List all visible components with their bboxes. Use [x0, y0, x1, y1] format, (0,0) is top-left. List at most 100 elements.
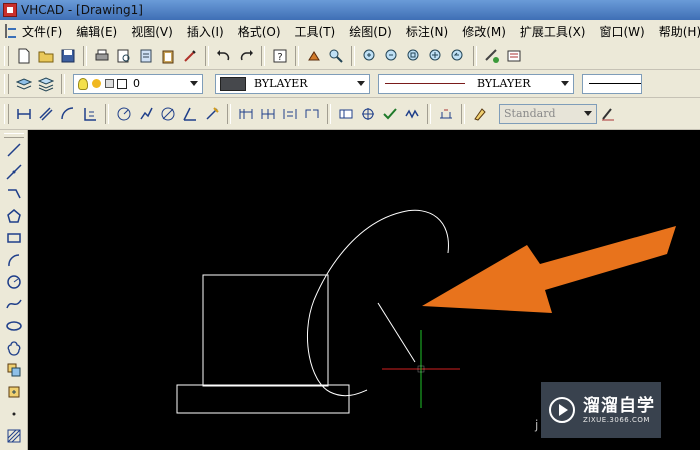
menu-help[interactable]: 帮助(H) [652, 23, 700, 40]
open-icon[interactable] [36, 46, 56, 66]
lineweight-dropdown[interactable] [582, 73, 642, 94]
xline-icon[interactable] [3, 162, 25, 182]
arc-icon[interactable] [3, 250, 25, 270]
menu-format[interactable]: 格式(O) [231, 23, 288, 40]
block-icon[interactable] [3, 360, 25, 380]
dim-angular-icon[interactable] [180, 104, 200, 124]
drawn-base-rectangle[interactable] [176, 384, 350, 414]
chevron-down-icon[interactable] [580, 105, 596, 123]
play-logo-icon [549, 397, 575, 423]
chevron-down-icon[interactable] [557, 75, 573, 93]
paste-icon[interactable] [158, 46, 178, 66]
text-style-edit-icon[interactable] [598, 104, 618, 124]
zoom-in-icon[interactable] [360, 46, 380, 66]
lightbulb-icon[interactable] [78, 77, 88, 90]
new-icon[interactable] [14, 46, 34, 66]
inspect-icon[interactable] [380, 104, 400, 124]
dim-radius-icon[interactable] [114, 104, 134, 124]
undo-icon[interactable] [214, 46, 234, 66]
dim-style-icon[interactable] [470, 104, 490, 124]
toolbar-grip[interactable] [4, 45, 9, 66]
print-icon[interactable] [92, 46, 112, 66]
menu-modify[interactable]: 修改(M) [455, 23, 513, 40]
menu-edit[interactable]: 编辑(E) [69, 23, 124, 40]
center-mark-icon[interactable] [358, 104, 378, 124]
dim-space-icon[interactable] [280, 104, 300, 124]
dim-break-icon[interactable] [302, 104, 322, 124]
menu-view[interactable]: 视图(V) [124, 23, 180, 40]
point-icon[interactable] [3, 404, 25, 424]
separator [427, 103, 431, 124]
match-icon[interactable] [180, 46, 200, 66]
zoom-extents-icon[interactable] [426, 46, 446, 66]
save-icon[interactable] [58, 46, 78, 66]
linetype-preview [385, 83, 465, 84]
rectangle-icon[interactable] [3, 228, 25, 248]
menu-draw[interactable]: 绘图(D) [342, 23, 399, 40]
jogged-linear-icon[interactable] [402, 104, 422, 124]
dim-ordinate-icon[interactable] [80, 104, 100, 124]
menu-tools[interactable]: 工具(T) [288, 23, 343, 40]
polygon-icon[interactable] [3, 206, 25, 226]
layers-icon[interactable] [14, 74, 34, 94]
dim-baseline-icon[interactable] [236, 104, 256, 124]
zoom-window-icon[interactable] [404, 46, 424, 66]
linetype-dropdown[interactable]: BYLAYER [378, 73, 574, 94]
circle-icon[interactable] [3, 272, 25, 292]
tolerance-icon[interactable] [336, 104, 356, 124]
draw-toolbar [0, 130, 28, 450]
separator [351, 45, 355, 66]
toolbar-grip[interactable] [4, 73, 9, 94]
layer-dropdown[interactable]: 0 [73, 73, 203, 94]
dim-continue-icon[interactable] [258, 104, 278, 124]
document-icon[interactable] [5, 24, 16, 38]
quick-dim-icon[interactable] [202, 104, 222, 124]
separator [83, 45, 87, 66]
toolbar-grip[interactable] [4, 103, 9, 124]
svg-text:?: ? [277, 52, 282, 63]
layer-manager-icon[interactable] [482, 46, 502, 66]
drawn-rectangle[interactable] [202, 274, 329, 387]
color-value: BYLAYER [254, 77, 308, 90]
menu-window[interactable]: 窗口(W) [593, 23, 652, 40]
pan-icon[interactable] [304, 46, 324, 66]
publish-icon[interactable] [136, 46, 156, 66]
layer-state-icon[interactable] [504, 46, 524, 66]
layer-previous-icon[interactable] [36, 74, 56, 94]
menu-dimension[interactable]: 标注(N) [399, 23, 455, 40]
dim-jogged-icon[interactable] [136, 104, 156, 124]
redo-icon[interactable] [236, 46, 256, 66]
hatch-icon[interactable] [3, 426, 25, 446]
linetype-value: BYLAYER [477, 77, 531, 90]
ellipse-icon[interactable] [3, 316, 25, 336]
drawn-line[interactable] [377, 302, 416, 363]
partial-watermark-glyph: j [535, 418, 539, 432]
menu-insert[interactable]: 插入(I) [180, 23, 231, 40]
toolbar-grip[interactable] [3, 133, 24, 138]
lock-icon[interactable] [105, 79, 114, 88]
dim-linear-icon[interactable] [14, 104, 34, 124]
preview-icon[interactable] [114, 46, 134, 66]
separator [295, 45, 299, 66]
dimension-toolbar: Standard [0, 98, 700, 130]
dim-arc-icon[interactable] [58, 104, 78, 124]
menu-extend-tools[interactable]: 扩展工具(X) [513, 23, 593, 40]
spline-icon[interactable] [3, 294, 25, 314]
menu-file[interactable]: 文件(F) [15, 23, 69, 40]
revcloud-icon[interactable] [3, 338, 25, 358]
pline-icon[interactable] [3, 184, 25, 204]
insert-icon[interactable] [3, 382, 25, 402]
dim-diameter-icon[interactable] [158, 104, 178, 124]
chevron-down-icon[interactable] [353, 75, 369, 93]
chevron-down-icon[interactable] [186, 75, 202, 93]
zoom-previous-icon[interactable] [448, 46, 468, 66]
zoom-out-icon[interactable] [382, 46, 402, 66]
text-style-dropdown[interactable]: Standard [499, 103, 597, 124]
line-icon[interactable] [3, 140, 25, 160]
dim-aligned-icon[interactable] [36, 104, 56, 124]
dim-edit-icon[interactable] [436, 104, 456, 124]
sun-icon[interactable] [92, 79, 101, 88]
zoom-realtime-icon[interactable] [326, 46, 346, 66]
help-icon[interactable]: ? [270, 46, 290, 66]
color-dropdown[interactable]: BYLAYER [215, 73, 370, 94]
